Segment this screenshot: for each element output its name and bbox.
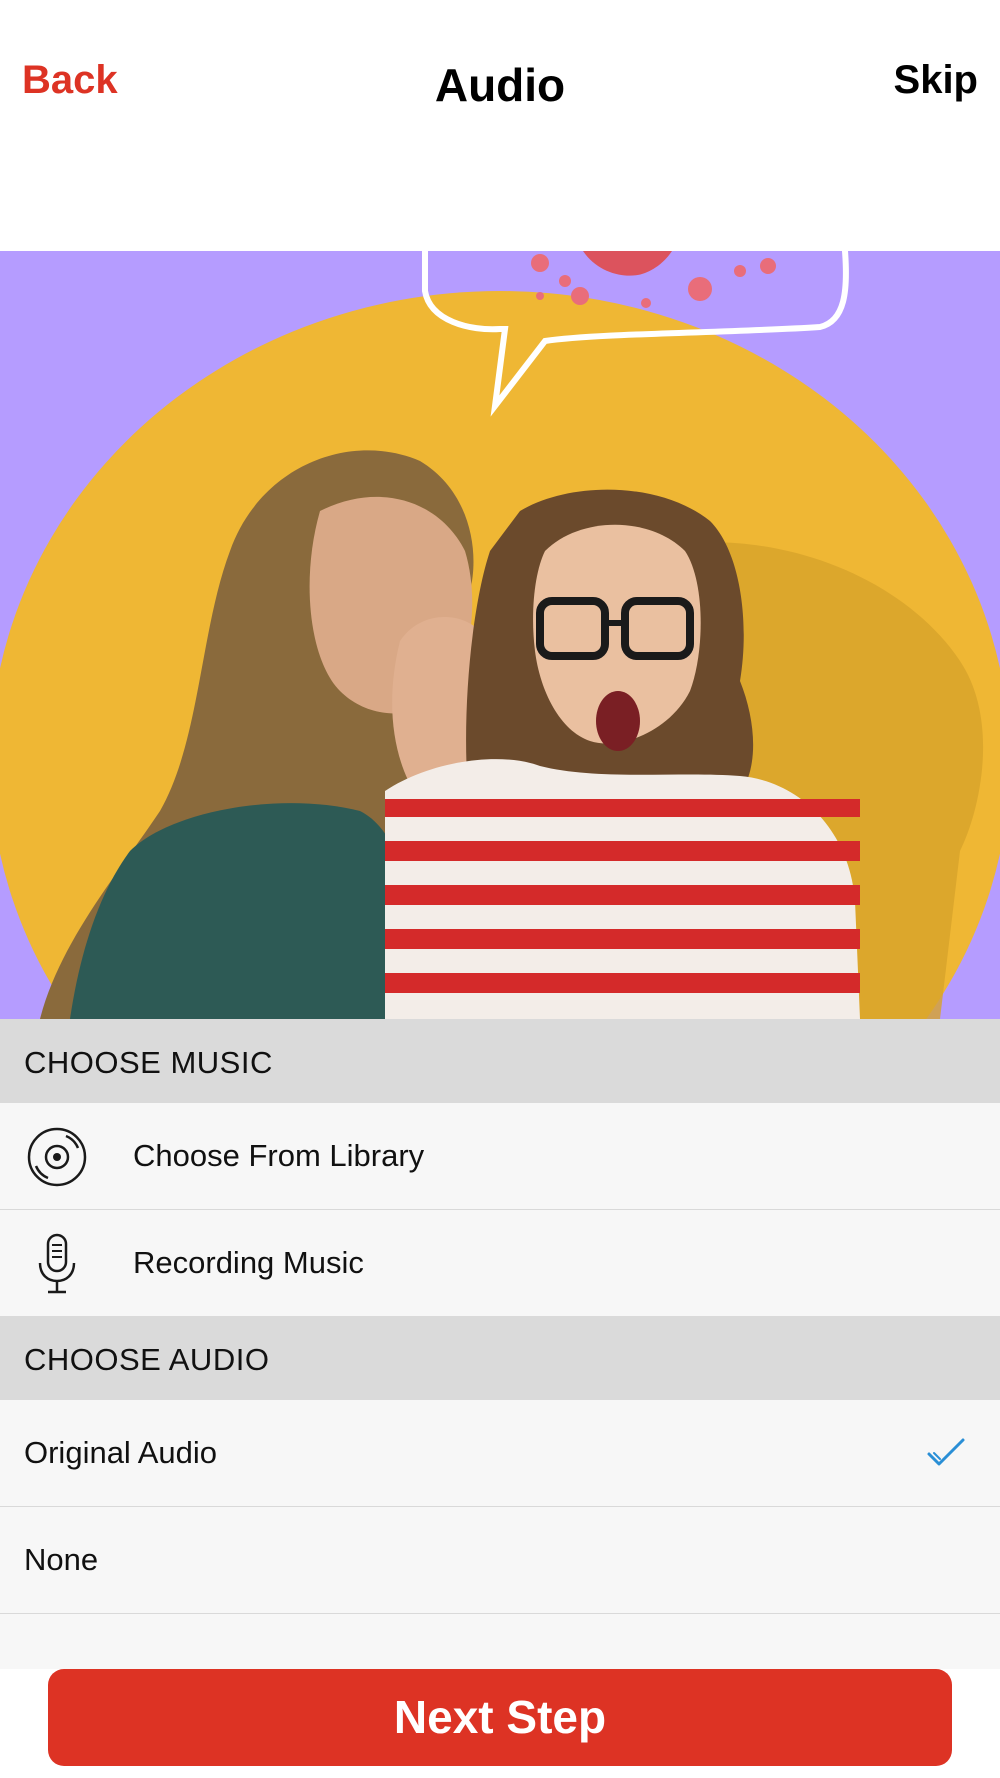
section-header-audio: CHOOSE AUDIO: [0, 1316, 1000, 1400]
none-audio-row[interactable]: None: [0, 1507, 1000, 1614]
navigation-bar: Back Audio Skip: [0, 0, 1000, 250]
skip-button[interactable]: Skip: [894, 58, 978, 103]
choose-from-library-row[interactable]: Choose From Library: [0, 1103, 1000, 1210]
vinyl-disc-icon: [27, 1127, 87, 1187]
section-header-label: CHOOSE MUSIC: [24, 1045, 273, 1080]
preview-image: [0, 251, 1000, 1019]
next-step-button[interactable]: Next Step: [48, 1669, 952, 1766]
section-header-music: CHOOSE MUSIC: [0, 1019, 1000, 1103]
original-audio-row[interactable]: Original Audio: [0, 1400, 1000, 1507]
checkmark-icon: [927, 1438, 965, 1466]
section-header-label: CHOOSE AUDIO: [24, 1342, 270, 1377]
recording-music-row[interactable]: Recording Music: [0, 1210, 1000, 1317]
video-preview: [0, 251, 1000, 1019]
row-label: Recording Music: [133, 1245, 364, 1280]
row-label: Choose From Library: [133, 1138, 425, 1173]
microphone-icon: [38, 1233, 76, 1294]
page-title: Audio: [434, 59, 566, 111]
row-label: None: [24, 1542, 99, 1577]
row-label: Original Audio: [24, 1435, 218, 1470]
